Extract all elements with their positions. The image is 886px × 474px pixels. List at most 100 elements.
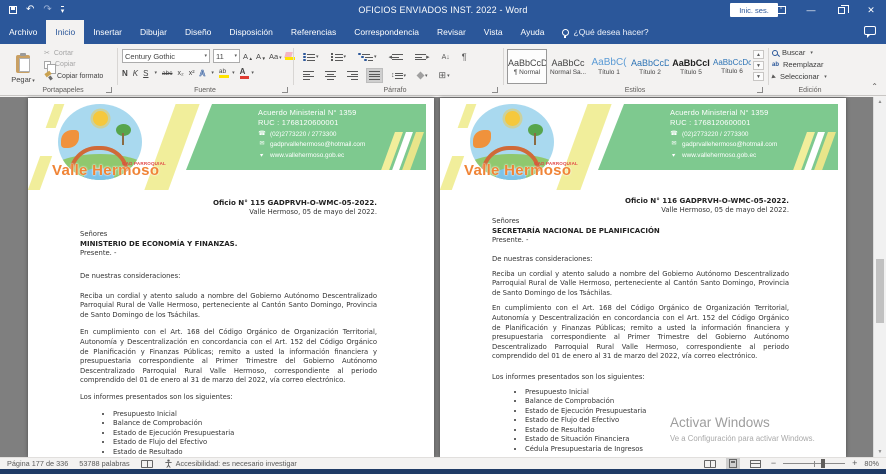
numbering-button[interactable]: ▾ xyxy=(328,51,350,64)
style-titulo-6[interactable]: AaBbCcDcTítulo 6 xyxy=(712,49,752,84)
zoom-out-button[interactable]: − xyxy=(771,459,776,468)
tab-diseno[interactable]: Diseño xyxy=(176,20,220,44)
customize-qat-icon[interactable]: ▾ xyxy=(61,6,65,15)
minimize-button[interactable]: — xyxy=(796,0,826,20)
clear-formatting-button[interactable] xyxy=(285,52,292,60)
grow-font-button[interactable]: A▲ xyxy=(243,52,253,61)
proofing-icon[interactable] xyxy=(141,460,153,468)
highlight-color-button[interactable]: ab xyxy=(219,68,226,78)
scroll-down-icon[interactable]: ▼ xyxy=(874,447,886,457)
replace-button[interactable]: abReemplazar xyxy=(772,60,827,69)
paragraph-2: En cumplimiento con el Art. 168 del Códi… xyxy=(80,328,377,386)
styles-more-button[interactable]: ▼ xyxy=(753,72,764,81)
tell-me-box[interactable]: ¿Qué desea hacer? xyxy=(554,20,657,44)
tab-ayuda[interactable]: Ayuda xyxy=(512,20,554,44)
format-painter-button[interactable]: Copiar formato xyxy=(44,72,103,81)
show-paragraph-marks-button[interactable]: ¶ xyxy=(459,49,470,65)
read-mode-button[interactable] xyxy=(701,459,719,469)
ribbon-display-options-button[interactable]: ⌃ xyxy=(766,0,796,20)
styles-scroll-down[interactable]: ▼ xyxy=(753,61,764,70)
styles-group-label: Estilos xyxy=(600,87,670,94)
tab-dibujar[interactable]: Dibujar xyxy=(131,20,176,44)
subscript-button[interactable]: x₂ xyxy=(177,70,183,77)
accessibility-checker[interactable]: Accesibilidad: es necesario investigar xyxy=(164,459,297,468)
tab-inicio[interactable]: Inicio xyxy=(46,20,84,44)
italic-button[interactable]: K xyxy=(133,69,138,78)
increase-indent-button[interactable]: ▸ xyxy=(412,50,433,64)
style-titulo-1[interactable]: AaBbC(Título 1 xyxy=(589,49,629,84)
comments-icon[interactable] xyxy=(864,26,876,35)
bullet-item: Estado de Flujo del Efectivo xyxy=(113,438,377,448)
close-button[interactable]: ✕ xyxy=(856,0,886,20)
strikethrough-button[interactable]: abc xyxy=(162,70,172,77)
yellow-stripe xyxy=(440,156,464,190)
cut-button[interactable]: ✂Cortar xyxy=(44,49,103,57)
paste-button[interactable]: Pegar▾ xyxy=(6,47,40,91)
word-window: ↶ ↷ ▾ OFICIOS ENVIADOS INST. 2022 - Word… xyxy=(0,0,886,474)
bullet-item: Estado de Situación Financiera xyxy=(525,435,789,445)
undo-icon[interactable]: ↶ xyxy=(26,5,34,15)
tab-correspondencia[interactable]: Correspondencia xyxy=(345,20,428,44)
font-size-combo[interactable]: 11▾ xyxy=(213,49,240,63)
save-icon[interactable] xyxy=(9,6,17,14)
scroll-up-icon[interactable]: ▲ xyxy=(874,97,886,107)
replace-icon: ab xyxy=(772,62,779,68)
font-row-2: N K S▾ abc x₂ x² A▾ ab▾ A▾ xyxy=(122,67,254,79)
copy-button[interactable]: Copiar xyxy=(44,61,103,69)
tab-revisar[interactable]: Revisar xyxy=(428,20,475,44)
scrollbar-thumb[interactable] xyxy=(876,259,884,323)
shading-button[interactable]: ▾ xyxy=(414,69,431,82)
styles-scroll-up[interactable]: ▲ xyxy=(753,50,764,59)
redo-icon[interactable]: ↷ xyxy=(43,5,51,15)
tab-vista[interactable]: Vista xyxy=(475,20,512,44)
zoom-slider[interactable] xyxy=(783,463,845,464)
decrease-indent-button[interactable]: ◂ xyxy=(386,50,407,64)
align-left-button[interactable] xyxy=(300,68,317,83)
collapse-ribbon-icon[interactable]: ⌃ xyxy=(871,82,878,91)
bullets-button[interactable]: ▾ xyxy=(300,51,322,64)
zoom-level[interactable]: 80% xyxy=(864,459,879,468)
print-layout-button[interactable] xyxy=(726,458,740,469)
style-titulo-2[interactable]: AaBbCcDTítulo 2 xyxy=(630,49,670,84)
tab-disposicion[interactable]: Disposición xyxy=(220,20,281,44)
clipboard-dialog-launcher[interactable] xyxy=(106,87,112,93)
borders-button[interactable]: ⊞▾ xyxy=(436,67,453,84)
multilevel-list-button[interactable]: ▾ xyxy=(355,51,380,64)
scissors-icon: ✂ xyxy=(44,49,50,57)
find-button[interactable]: Buscar▾ xyxy=(772,48,827,57)
line-spacing-button[interactable]: ↕▾ xyxy=(388,69,409,82)
word-count[interactable]: 53788 palabras xyxy=(79,459,129,468)
zoom-in-button[interactable]: + xyxy=(852,459,857,468)
page-indicator[interactable]: Página 177 de 336 xyxy=(7,459,68,468)
underline-button[interactable]: S xyxy=(143,69,148,78)
tab-referencias[interactable]: Referencias xyxy=(282,20,345,44)
text-effects-button[interactable]: A xyxy=(200,69,206,78)
bold-button[interactable]: N xyxy=(122,69,128,78)
select-button[interactable]: Seleccionar▾ xyxy=(772,72,827,81)
tab-insertar[interactable]: Insertar xyxy=(84,20,131,44)
restore-button[interactable] xyxy=(826,0,856,20)
font-dialog-launcher[interactable] xyxy=(282,87,288,93)
page-right[interactable]: Acuerdo Ministerial N° 1359 RUC : 176812… xyxy=(440,98,846,457)
style-normal-sa[interactable]: AaBbCcNormal Sa... xyxy=(548,49,588,84)
font-color-button[interactable]: A xyxy=(240,67,246,79)
paragraph-dialog-launcher[interactable] xyxy=(492,87,498,93)
style-titulo-5[interactable]: AaBbCcITítulo 5 xyxy=(671,49,711,84)
superscript-button[interactable]: x² xyxy=(189,70,195,77)
zoom-slider-thumb[interactable] xyxy=(821,459,825,468)
font-family-combo[interactable]: Century Gothic▾ xyxy=(122,49,210,63)
tab-archivo[interactable]: Archivo xyxy=(0,20,46,44)
style-normal[interactable]: AaBbCcD¶ Normal xyxy=(507,49,547,84)
shrink-font-button[interactable]: A▼ xyxy=(256,52,266,61)
align-center-button[interactable] xyxy=(322,68,339,83)
vertical-scrollbar[interactable]: ▲ ▼ xyxy=(873,97,886,457)
sort-button[interactable]: A↓ xyxy=(439,51,453,64)
web-layout-button[interactable] xyxy=(747,459,764,469)
page-left[interactable]: Acuerdo Ministerial N° 1359 RUC : 176812… xyxy=(28,98,434,457)
styles-dialog-launcher[interactable] xyxy=(757,87,763,93)
align-right-button[interactable] xyxy=(344,68,361,83)
bullet-item: Cédula Presupuestaria de Ingresos xyxy=(525,445,789,455)
justify-button[interactable] xyxy=(366,68,383,83)
clipboard-icon xyxy=(16,55,30,73)
change-case-button[interactable]: Aa▾ xyxy=(269,52,282,61)
